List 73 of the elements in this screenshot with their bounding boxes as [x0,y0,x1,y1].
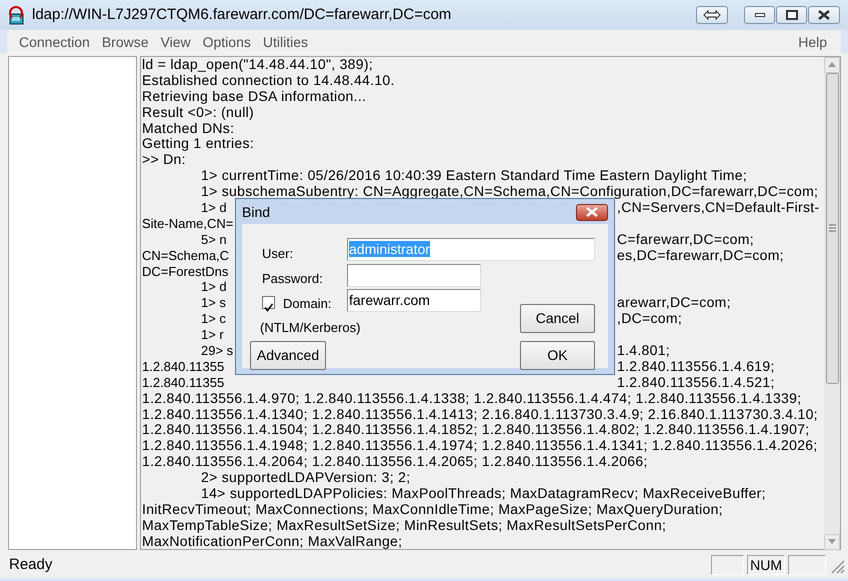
log-line: InitRecvTimeout; MaxConnections; MaxConnIdleTime; MaxPageSize; MaxQueryDuration; [142,500,723,517]
log-line: DC=ForestDns [142,264,230,280]
maximize-icon [786,10,798,20]
log-line: 29> s [201,343,234,359]
log-line: Result <0>: (null) [142,104,254,120]
input-field[interactable]: farewarr.com [347,289,481,312]
menu-item[interactable]: Browse [96,32,155,52]
close-button[interactable] [808,6,840,24]
log-line: 1> r [201,327,225,344]
menu-item[interactable]: Connection [13,32,96,52]
log-line: MaxNotificationPerConn; MaxValRange; [142,532,402,549]
log-line: 14> supportedLDAPPolicies: MaxPoolThreads; MaxDatagramRecv; MaxReceiveBuffer; [201,486,766,502]
status-panel [788,555,826,575]
status-panel [711,555,744,575]
log-line: 1.2.840.113556.1.4.619; [617,358,776,375]
log-line: C=farewarr,DC=com; [617,232,755,248]
double-arrow-icon [703,10,721,20]
log-line: 1.4.801; [617,343,671,359]
log-line: 1> currentTime: 05/26/2016 10:40:39 Eastern Standard Time Eastern Daylight Time; [201,168,748,184]
minimize-button[interactable] [744,6,775,24]
status-indicator: NUM [747,555,785,575]
log-line: 2> supportedLDAPVersion: 3; 2; [201,470,410,486]
log-line: 1> d [201,279,228,296]
log-line: 1> subschemaSubentry: CN=Aggregate,CN=Schema,CN=Configuration,DC=farewarr,DC=com; [201,184,818,200]
log-line: Retrieving base DSA information... [142,88,366,104]
checkbox[interactable] [262,296,275,309]
field-label: Domain: [283,295,332,313]
field-label: (NTLM/Kerberos) [260,319,360,337]
scrollbar[interactable] [824,57,840,551]
menu-item[interactable]: Help [792,32,833,52]
log-line: es,DC=farewarr,DC=com; [617,248,785,264]
close-button[interactable] [576,204,608,220]
log-line: MaxTempTableSize; MaxResultSetSize; MinResultSets; MaxResultSetsPerConn; [142,516,666,533]
maximize-button[interactable] [776,6,807,24]
menu-item[interactable]: View [154,32,197,52]
log-line: 1> c [201,311,227,328]
log-line: >> Dn: [142,151,186,168]
app-icon [8,5,26,25]
log-line: ,DC=com; [617,311,684,328]
log-line: 1.2.840.11355 [142,374,226,391]
double-arrow-button[interactable] [696,6,728,24]
input-field[interactable] [347,264,481,287]
log-line: ,CN=Servers,CN=Default-First- [617,200,820,216]
log-line: 1.2.840.113556.1.4.1340; 1.2.840.113556.1.4.1413; 2.16.840.1.113730.3.4.9; 2.16.840.1.113730.3.4.10; [142,406,818,422]
log-line: arewarr,DC=com; [617,295,732,312]
field-label: Password: [262,270,323,288]
close-icon [818,10,830,20]
log-line: Matched DNs: [142,120,234,136]
dialog-title: Bind [242,202,270,222]
cancel-button[interactable]: Cancel [520,304,595,333]
field-label: User: [262,245,294,263]
log-line: CN=Schema,C [142,248,230,264]
ok-button[interactable]: OK [520,341,595,370]
log-line: ld = ldap_open("14.48.44.10", 389); [142,56,373,72]
log-line: 1.2.840.113556.1.4.2064; 1.2.840.113556.1.4.2065; 1.2.840.113556.1.4.2066; [142,453,648,470]
menu-item[interactable]: Options [196,32,257,52]
log-line: Site-Name,CN= [142,216,234,232]
log-line: 1.2.840.11355 [142,358,226,375]
log-line: 1.2.840.113556.1.4.521; [617,374,776,391]
log-line: Established connection to 14.48.44.10. [142,72,395,88]
log-line: Getting 1 entries: [142,135,254,152]
log-line: 1.2.840.113556.1.4.1504; 1.2.840.113556.1.4.1852; 1.2.840.113556.1.4.802; 1.2.840.113556.1.4.1907; [142,421,810,438]
advanced-button[interactable]: Advanced [250,341,326,370]
window-title: ldap://WIN-L7J297CTQM6.farewarr.com/DC=farewarr,DC=com [32,4,452,25]
menu-item[interactable]: Utilities [256,32,314,52]
log-line: 1> d [201,200,228,216]
status-text: Ready [9,554,54,575]
log-line: 1.2.840.113556.1.4.970; 1.2.840.113556.1.4.1338; 1.2.840.113556.1.4.474; 1.2.840.113556.1.4.1339; [142,390,802,406]
log-line: 1.2.840.113556.1.4.1948; 1.2.840.113556.1.4.1974; 1.2.840.113556.1.4.1341; 1.2.840.113556.1.4.2026; [142,437,818,454]
close-icon [586,207,598,217]
log-line: 1> s [201,295,227,312]
log-line: 5> n [201,232,228,248]
minimize-icon [754,12,764,18]
